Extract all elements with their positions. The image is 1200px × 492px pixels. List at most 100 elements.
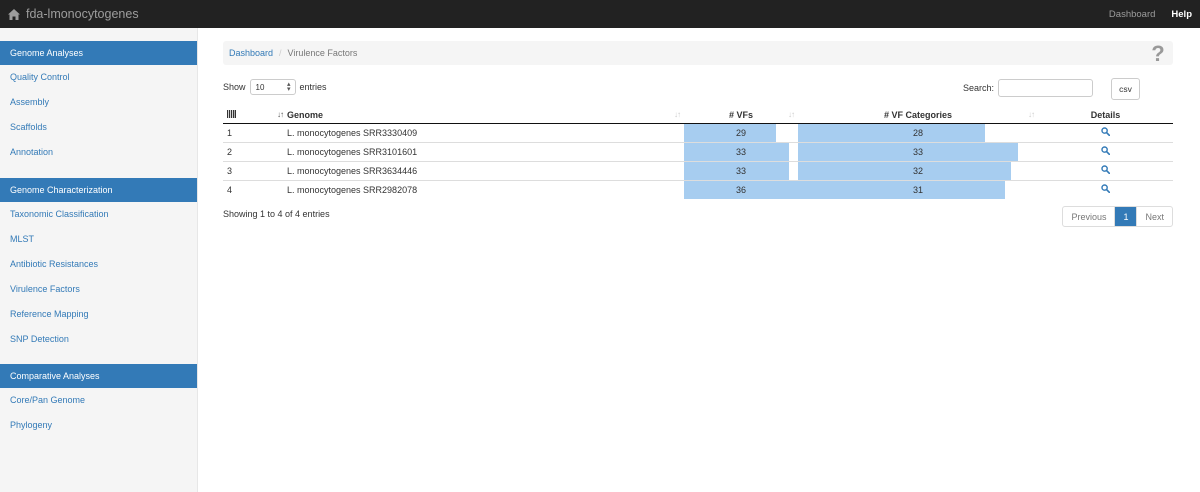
vfs-value: 36 <box>735 184 746 195</box>
previous-page-button[interactable]: Previous <box>1063 207 1116 226</box>
sidebar-item-reference-mapping[interactable]: Reference Mapping <box>0 302 197 327</box>
vfs-header-label: # VFs <box>728 109 753 120</box>
row-spacer <box>241 179 287 199</box>
vfs-cell: 36 <box>684 179 798 199</box>
sidebar-item-virulence-factors[interactable]: Virulence Factors <box>0 277 197 302</box>
vf-categories-value: 33 <box>912 146 923 157</box>
sidebar-item-core-pan-genome[interactable]: Core/Pan Genome <box>0 388 197 413</box>
barcode-icon <box>227 109 236 118</box>
table-footer: Showing 1 to 4 of 4 entries Previous 1 N… <box>223 206 1173 230</box>
virulence-factors-table: ↓↑ Genome ↓↑ # VFs ↓↑ # VF Categories ↓↑… <box>223 107 1173 199</box>
table-row: 3 L. monocytogenes SRR3634446 33 32 <box>223 160 1173 180</box>
vf-categories-cell: 32 <box>798 160 1038 180</box>
vfs-cell: 33 <box>684 141 798 161</box>
vf-categories-cell: 28 <box>798 122 1038 142</box>
next-page-button[interactable]: Next <box>1137 207 1172 226</box>
sidebar-item-antibiotic-resistances[interactable]: Antibiotic Resistances <box>0 252 197 277</box>
nav-help-link[interactable]: Help <box>1163 9 1200 20</box>
column-toggle-header[interactable] <box>223 107 241 124</box>
row-index: 4 <box>223 179 241 199</box>
home-icon <box>8 8 20 20</box>
select-arrows-icon: ▴ ▾ <box>287 81 291 93</box>
genome-cell: L. monocytogenes SRR3101601 <box>287 141 684 161</box>
brand-title: fda-lmonocytogenes <box>26 7 139 21</box>
help-question-icon[interactable]: ? <box>1149 42 1167 64</box>
vfs-cell: 33 <box>684 160 798 180</box>
search-label: Search: <box>963 83 995 93</box>
row-spacer <box>241 160 287 180</box>
vf-categories-header-label: # VF Categories <box>883 109 953 120</box>
breadcrumb-dashboard-link[interactable]: Dashboard <box>229 48 273 58</box>
genome-cell: L. monocytogenes SRR3634446 <box>287 160 684 180</box>
table-row: 2 L. monocytogenes SRR3101601 33 33 <box>223 141 1173 161</box>
sidebar-item-taxonomic-classification[interactable]: Taxonomic Classification <box>0 202 197 227</box>
magnifier-icon[interactable] <box>1101 127 1111 137</box>
nav-dashboard-link[interactable]: Dashboard <box>1101 9 1163 20</box>
pagination: Previous 1 Next <box>1062 206 1173 227</box>
details-header-label: Details <box>1090 109 1121 120</box>
details-header: Details <box>1038 107 1173 124</box>
magnifier-icon[interactable] <box>1101 165 1111 175</box>
genome-header-label: Genome <box>287 109 324 120</box>
sort-icon: ↓↑ <box>1028 110 1035 119</box>
sidebar-item-mlst[interactable]: MLST <box>0 227 197 252</box>
sidebar-section-genome-analyses: Genome Analyses <box>0 41 197 65</box>
entries-info: Showing 1 to 4 of 4 entries <box>223 209 330 219</box>
sort-numeric-header[interactable]: ↓↑ <box>241 107 287 124</box>
vfs-cell: 29 <box>684 122 798 142</box>
entries-select[interactable]: 10 ▴ ▾ <box>249 79 296 95</box>
row-index: 1 <box>223 122 241 142</box>
magnifier-icon[interactable] <box>1101 146 1111 156</box>
genome-cell: L. monocytogenes SRR2982078 <box>287 179 684 199</box>
vf-categories-header[interactable]: # VF Categories ↓↑ <box>798 107 1038 124</box>
vfs-value: 33 <box>735 165 746 176</box>
sidebar-item-assembly[interactable]: Assembly <box>0 90 197 115</box>
sidebar-item-scaffolds[interactable]: Scaffolds <box>0 115 197 140</box>
search-input[interactable] <box>998 79 1094 97</box>
row-spacer <box>241 141 287 161</box>
row-index: 2 <box>223 141 241 161</box>
entries-select-value: 10 <box>255 82 265 92</box>
table-row: 1 L. monocytogenes SRR3330409 29 28 <box>223 122 1173 142</box>
vf-categories-value: 32 <box>912 165 923 176</box>
genome-cell: L. monocytogenes SRR3330409 <box>287 122 684 142</box>
details-cell <box>1038 179 1173 199</box>
row-spacer <box>241 122 287 142</box>
page-1-button[interactable]: 1 <box>1115 207 1138 226</box>
breadcrumb-current: Virulence Factors <box>287 48 358 58</box>
sort-asc-icon: ↓↑ <box>277 110 284 119</box>
vf-categories-value: 31 <box>912 184 923 195</box>
details-cell <box>1038 122 1173 142</box>
sort-icon: ↓↑ <box>788 110 795 119</box>
sort-icon: ↓↑ <box>674 110 681 119</box>
row-index: 3 <box>223 160 241 180</box>
csv-button[interactable]: csv <box>1111 78 1140 100</box>
sidebar-section-genome-characterization: Genome Characterization <box>0 177 197 202</box>
svg-text:?: ? <box>1151 42 1164 64</box>
genome-header[interactable]: Genome ↓↑ <box>287 107 684 124</box>
sidebar-section-comparative-analyses: Comparative Analyses <box>0 364 197 388</box>
vfs-header[interactable]: # VFs ↓↑ <box>684 107 798 124</box>
sidebar-item-phylogeny[interactable]: Phylogeny <box>0 413 197 438</box>
breadcrumb: Dashboard / Virulence Factors ? <box>223 41 1173 65</box>
main-content: Dashboard / Virulence Factors ? Show 10 … <box>223 41 1173 230</box>
vfs-value: 29 <box>735 127 746 138</box>
vf-categories-cell: 33 <box>798 141 1038 161</box>
details-cell <box>1038 141 1173 161</box>
entries-label: entries <box>299 82 327 92</box>
table-row: 4 L. monocytogenes SRR2982078 36 31 <box>223 179 1173 199</box>
table-header-row: ↓↑ Genome ↓↑ # VFs ↓↑ # VF Categories ↓↑… <box>223 107 1173 124</box>
brand-link[interactable]: fda-lmonocytogenes <box>0 7 139 21</box>
show-label: Show <box>223 82 246 92</box>
vfs-value: 33 <box>735 146 746 157</box>
sidebar-item-snp-detection[interactable]: SNP Detection <box>0 327 197 352</box>
sidebar-item-quality-control[interactable]: Quality Control <box>0 65 197 90</box>
top-navbar: fda-lmonocytogenes Dashboard Help <box>0 0 1200 28</box>
breadcrumb-separator: / <box>279 48 282 58</box>
sidebar-item-annotation[interactable]: Annotation <box>0 140 197 165</box>
details-cell <box>1038 160 1173 180</box>
sidebar: Genome Analyses Quality Control Assembly… <box>0 28 198 492</box>
vf-categories-value: 28 <box>912 127 923 138</box>
magnifier-icon[interactable] <box>1101 184 1111 194</box>
vf-categories-cell: 31 <box>798 179 1038 199</box>
